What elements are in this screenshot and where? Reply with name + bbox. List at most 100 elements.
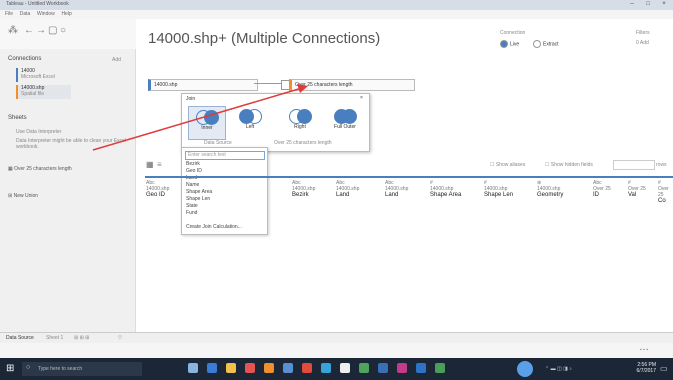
add-connection-button[interactable]: Add [112, 57, 121, 63]
connection-type: Spatial file [21, 91, 45, 97]
show-hidden-checkbox[interactable]: ☐ Show hidden fields [545, 162, 593, 168]
field-option[interactable]: Geo ID [186, 168, 202, 174]
column-header[interactable]: #14000.shp Shape Len [484, 180, 529, 198]
create-join-calculation[interactable]: Create Join Calculation... [186, 224, 242, 230]
taskbar-search[interactable]: ○ Type here to search [22, 362, 142, 376]
connection-label: Connection [500, 30, 526, 36]
column-header[interactable]: ⊕ 14000.shp Geometry [537, 180, 582, 198]
column-header[interactable]: Abc 14000.shp Bezirk [292, 180, 332, 198]
search-icon: ○ [26, 364, 31, 371]
connections-header: Connections [8, 56, 42, 62]
app-icon[interactable] [302, 363, 312, 373]
app-icon[interactable] [378, 363, 388, 373]
join-full-outer-option[interactable]: Full Outer [327, 106, 363, 138]
title-bar: Tableau - Untitled Workbook – □ × [0, 0, 673, 10]
menu-file[interactable]: File [5, 10, 13, 19]
data-interpreter-hint: Data Interpreter might be able to clean … [16, 138, 127, 150]
filters-add[interactable]: 0 Add [636, 40, 649, 46]
join-right-source: Over 25 characters length [274, 140, 332, 146]
status-bar: ▪ ▪ ▪ [0, 343, 673, 358]
data-interpreter-checkbox[interactable]: Use Data Interpreter [16, 129, 61, 135]
column-header[interactable]: #14000.shp Shape Area [430, 180, 475, 198]
field-search-input[interactable]: Enter search text [185, 151, 265, 160]
clock[interactable]: 2:56 PM 6/7/2017 [618, 362, 656, 374]
refresh-icon[interactable]: ○ [60, 25, 66, 36]
left-table[interactable]: 14000.shp [148, 79, 258, 91]
column-header[interactable]: Abc 14000.shp Land [336, 180, 376, 198]
app-icon[interactable] [435, 363, 445, 373]
field-option[interactable]: Shape Len [186, 196, 210, 202]
join-inner-option[interactable]: Inner [188, 106, 226, 140]
field-option[interactable]: Fund [186, 210, 197, 216]
new-sheet-icon[interactable]: ⊞ ⊞ ⊞ [74, 335, 89, 341]
close-icon[interactable]: × [657, 1, 671, 7]
filters-label: Filters [636, 30, 650, 36]
tray-icons[interactable]: ⌃ ▬ ◫ ◨ ♪ [545, 366, 572, 372]
join-popup-title: Join [186, 96, 196, 102]
minimize-icon[interactable]: – [625, 1, 639, 7]
column-header[interactable]: # Over 25 Co [658, 180, 672, 204]
close-icon[interactable]: × [360, 95, 363, 101]
field-dropdown: Enter search text Bezirk Geo ID Land Nam… [181, 147, 268, 235]
sheet-item[interactable]: ▦ Over 25 characters length [8, 166, 72, 172]
explorer-icon[interactable] [226, 363, 236, 373]
maximize-icon[interactable]: □ [641, 1, 655, 7]
menu-data[interactable]: Data [20, 10, 31, 19]
show-aliases-checkbox[interactable]: ☐ Show aliases [490, 162, 525, 168]
app-icon[interactable] [359, 363, 369, 373]
windows-start-icon[interactable]: ⊞ [6, 363, 14, 374]
connection-item[interactable]: 14000 Microsoft Excel [16, 68, 71, 82]
app-icon[interactable] [283, 363, 293, 373]
field-option[interactable]: Name [186, 182, 199, 188]
menu-window[interactable]: Window [37, 10, 55, 19]
notification-icon[interactable]: ▭ [660, 364, 668, 373]
join-left-source: Data Source [204, 140, 232, 146]
app-icon[interactable] [321, 363, 331, 373]
column-header[interactable]: Abc 14000.shp Land [385, 180, 425, 198]
list-view-icon[interactable]: ≡ [157, 160, 162, 169]
save-icon[interactable]: ▢ [48, 25, 57, 36]
tab-data-source[interactable]: Data Source [6, 335, 34, 341]
rows-count-input[interactable] [613, 160, 655, 170]
field-option[interactable]: State [186, 203, 198, 209]
new-union-button[interactable]: ⊞ New Union [8, 193, 38, 199]
app-icon[interactable] [264, 363, 274, 373]
right-table[interactable]: Over 25 characters length [289, 79, 415, 91]
sheets-header: Sheets [8, 115, 27, 121]
join-right-option[interactable]: Right [282, 106, 318, 138]
column-header[interactable]: Abc 14000.shp Geo ID [146, 180, 186, 198]
connection-item[interactable]: 14000.shp Spatial file [16, 85, 71, 99]
edge-icon[interactable] [207, 363, 217, 373]
app-icon[interactable] [245, 363, 255, 373]
menu-help[interactable]: Help [61, 10, 71, 19]
field-option[interactable]: Bezirk [186, 161, 200, 167]
extract-radio[interactable]: Extract [533, 40, 559, 48]
field-option[interactable]: Shape Area [186, 189, 212, 195]
status-icons: ▪ ▪ ▪ [640, 347, 649, 353]
grid-view-icon[interactable]: ▦ [146, 160, 154, 169]
connection-type: Microsoft Excel [21, 74, 55, 80]
tableau-logo-icon: ⁂ [8, 25, 18, 36]
filter-icon[interactable]: ▽ [118, 335, 122, 341]
app-icon[interactable] [416, 363, 426, 373]
left-pane: Connections Add 14000 Microsoft Excel 14… [0, 49, 136, 332]
forward-icon[interactable]: → [36, 25, 46, 36]
window-title: Tableau - Untitled Workbook [6, 1, 69, 7]
column-header[interactable]: Abc Over 25 ID [593, 180, 615, 198]
column-header[interactable]: # Over 25 Val [628, 180, 650, 198]
back-icon[interactable]: ← [24, 25, 34, 36]
live-radio[interactable]: Live [500, 40, 519, 48]
task-view-icon[interactable] [188, 363, 198, 373]
grid-header-rule [145, 176, 673, 178]
tab-sheet-1[interactable]: Sheet 1 [46, 335, 63, 341]
menu-bar: File Data Window Help [0, 10, 673, 19]
bottom-tab-bar: Data Source Sheet 1 ⊞ ⊞ ⊞ ▽ [0, 332, 673, 343]
join-left-option[interactable]: Left [232, 106, 268, 138]
rows-label: rows [656, 162, 667, 168]
user-avatar[interactable] [517, 361, 533, 377]
join-popup: Join × Inner Left Right Full Outer Data … [181, 93, 370, 152]
app-icon[interactable] [340, 363, 350, 373]
join-connector [254, 83, 284, 84]
app-icon[interactable] [397, 363, 407, 373]
data-source-title[interactable]: 14000.shp+ (Multiple Connections) [148, 30, 380, 47]
